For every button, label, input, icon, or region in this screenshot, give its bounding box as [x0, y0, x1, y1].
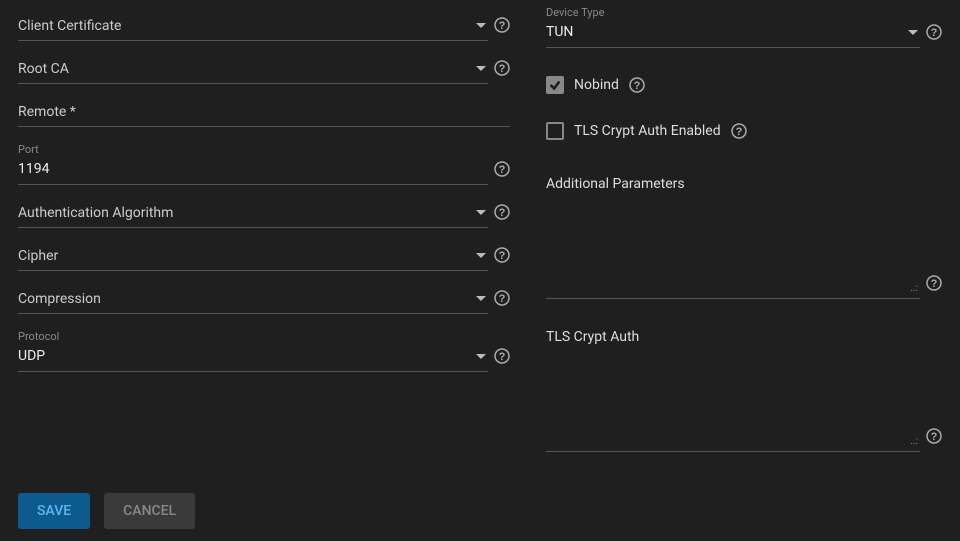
compression-label: Compression [18, 285, 470, 313]
protocol-value: UDP [18, 332, 470, 371]
port-input[interactable]: Port 1194 [18, 145, 488, 185]
root-ca-label: Root CA [18, 55, 470, 83]
help-icon[interactable]: ? [926, 428, 942, 444]
protocol-select[interactable]: Protocol UDP [18, 332, 488, 372]
chevron-down-icon [476, 66, 486, 71]
root-ca-field: Root CA ? [18, 55, 510, 84]
help-icon[interactable]: ? [494, 247, 510, 263]
compression-select[interactable]: Compression [18, 285, 488, 314]
right-column: Device Type TUN ? Nobind ? TLS Crypt Aut… [546, 12, 942, 475]
help-icon[interactable]: ? [494, 17, 510, 33]
device-type-label: Device Type [546, 6, 604, 19]
remote-input[interactable]: Remote * [18, 98, 510, 127]
help-icon[interactable]: ? [731, 123, 747, 139]
svg-text:?: ? [931, 27, 938, 39]
remote-label: Remote * [18, 98, 510, 126]
port-label: Port [18, 143, 39, 156]
cancel-button[interactable]: CANCEL [104, 493, 195, 529]
tls-crypt-auth-textarea[interactable]: ..: [546, 353, 920, 452]
tls-crypt-enabled-label: TLS Crypt Auth Enabled [574, 123, 721, 139]
resize-handle-icon[interactable]: ..: [910, 283, 918, 294]
svg-text:?: ? [634, 80, 641, 92]
resize-handle-icon[interactable]: ..: [910, 436, 918, 447]
help-icon[interactable]: ? [926, 24, 942, 40]
form-container: Client Certificate ? Root CA ? Remote * [0, 0, 960, 493]
auth-algorithm-label: Authentication Algorithm [18, 199, 470, 227]
compression-field: Compression ? [18, 285, 510, 314]
client-certificate-field: Client Certificate ? [18, 12, 510, 41]
help-icon[interactable]: ? [926, 275, 942, 291]
svg-text:?: ? [499, 351, 506, 363]
protocol-field: Protocol UDP ? [18, 332, 510, 372]
nobind-label: Nobind [574, 77, 619, 93]
help-icon[interactable]: ? [494, 290, 510, 306]
client-certificate-label: Client Certificate [18, 12, 470, 40]
svg-text:?: ? [499, 63, 506, 75]
cipher-field: Cipher ? [18, 242, 510, 271]
svg-text:?: ? [735, 126, 742, 138]
client-certificate-select[interactable]: Client Certificate [18, 12, 488, 41]
chevron-down-icon [476, 296, 486, 301]
port-field: Port 1194 ? [18, 145, 510, 185]
nobind-checkbox[interactable] [546, 76, 564, 94]
nobind-row: Nobind ? [546, 76, 942, 94]
svg-text:?: ? [499, 164, 506, 176]
svg-text:?: ? [931, 431, 938, 443]
help-icon[interactable]: ? [629, 77, 645, 93]
cipher-label: Cipher [18, 242, 470, 270]
chevron-down-icon [476, 23, 486, 28]
port-value: 1194 [18, 145, 488, 184]
chevron-down-icon [476, 354, 486, 359]
help-icon[interactable]: ? [494, 60, 510, 76]
auth-algorithm-field: Authentication Algorithm ? [18, 199, 510, 228]
chevron-down-icon [476, 253, 486, 258]
tls-crypt-auth-label: TLS Crypt Auth [546, 329, 942, 345]
auth-algorithm-select[interactable]: Authentication Algorithm [18, 199, 488, 228]
additional-parameters-textarea[interactable]: ..: [546, 200, 920, 299]
svg-text:?: ? [499, 250, 506, 262]
help-icon[interactable]: ? [494, 161, 510, 177]
chevron-down-icon [476, 210, 486, 215]
svg-text:?: ? [499, 20, 506, 32]
footer: SAVE CANCEL [0, 493, 960, 541]
left-column: Client Certificate ? Root CA ? Remote * [18, 12, 510, 475]
remote-field: Remote * [18, 98, 510, 127]
device-type-select[interactable]: Device Type TUN [546, 8, 920, 48]
svg-text:?: ? [931, 278, 938, 290]
svg-text:?: ? [499, 293, 506, 305]
cipher-select[interactable]: Cipher [18, 242, 488, 271]
tls-crypt-enabled-checkbox[interactable] [546, 122, 564, 140]
device-type-field: Device Type TUN ? [546, 8, 942, 48]
help-icon[interactable]: ? [494, 204, 510, 220]
protocol-label: Protocol [18, 330, 59, 343]
help-icon[interactable]: ? [494, 348, 510, 364]
root-ca-select[interactable]: Root CA [18, 55, 488, 84]
additional-parameters-label: Additional Parameters [546, 176, 942, 192]
tls-crypt-enabled-row: TLS Crypt Auth Enabled ? [546, 122, 942, 140]
chevron-down-icon [908, 30, 918, 35]
svg-text:?: ? [499, 207, 506, 219]
save-button[interactable]: SAVE [18, 493, 90, 529]
